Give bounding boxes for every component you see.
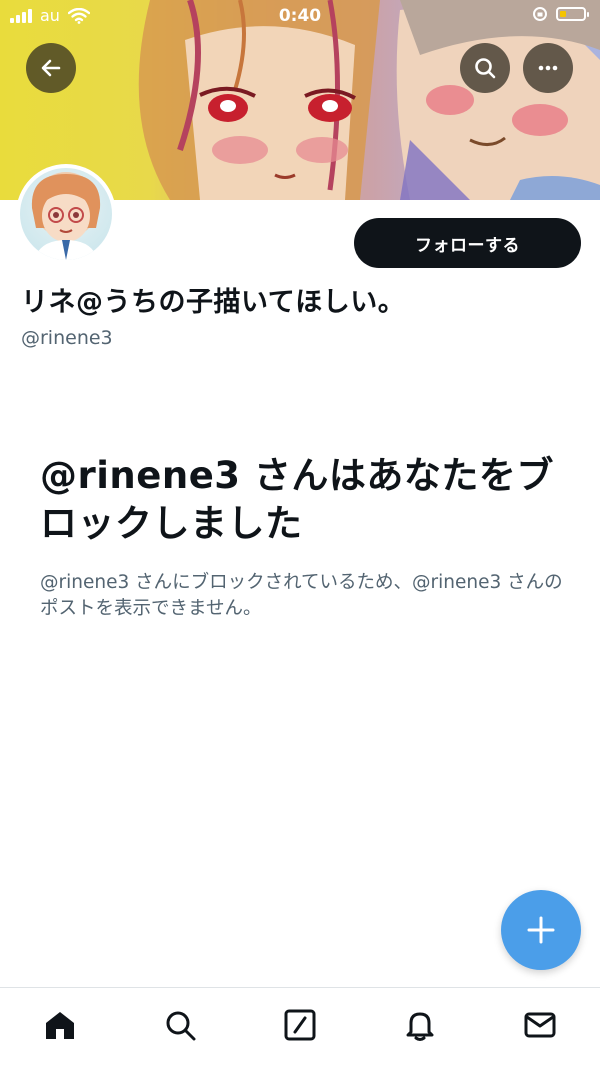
search-icon [475, 58, 496, 79]
search-button[interactable] [460, 43, 510, 93]
profile-handle: @rinene3 [21, 327, 113, 349]
avatar-image [31, 174, 101, 260]
nav-compose[interactable] [240, 988, 360, 1068]
follow-button[interactable]: フォローする [354, 218, 581, 268]
back-button[interactable] [26, 43, 76, 93]
avatar[interactable] [16, 164, 116, 264]
status-bar: au 0:40 [0, 0, 600, 32]
bell-icon [406, 1012, 434, 1041]
more-button[interactable] [523, 43, 573, 93]
nav-notifications[interactable] [360, 988, 480, 1068]
battery-icon [556, 7, 589, 21]
blocked-description: @rinene3 さんにブロックされているため、@rinene3 さんのポストを… [40, 572, 563, 619]
compose-fab[interactable] [501, 890, 581, 970]
nav-home[interactable] [0, 988, 120, 1068]
arrow-left-icon [41, 59, 61, 77]
plus-icon [527, 916, 555, 944]
search-icon [166, 1011, 196, 1041]
blocked-title: @rinene3 さんはあなたをブロックしました [40, 454, 554, 545]
mail-icon [524, 1012, 556, 1038]
orientation-lock-icon [533, 7, 547, 21]
nav-search[interactable] [120, 988, 240, 1068]
nav-messages[interactable] [480, 988, 600, 1068]
clock: 0:40 [278, 6, 322, 26]
home-icon [46, 1012, 74, 1039]
display-name: リネ@うちの子描いてほしい。 [21, 287, 406, 318]
bottom-nav [0, 987, 600, 1068]
more-horizontal-icon [538, 65, 558, 71]
compose-icon [284, 1009, 316, 1041]
